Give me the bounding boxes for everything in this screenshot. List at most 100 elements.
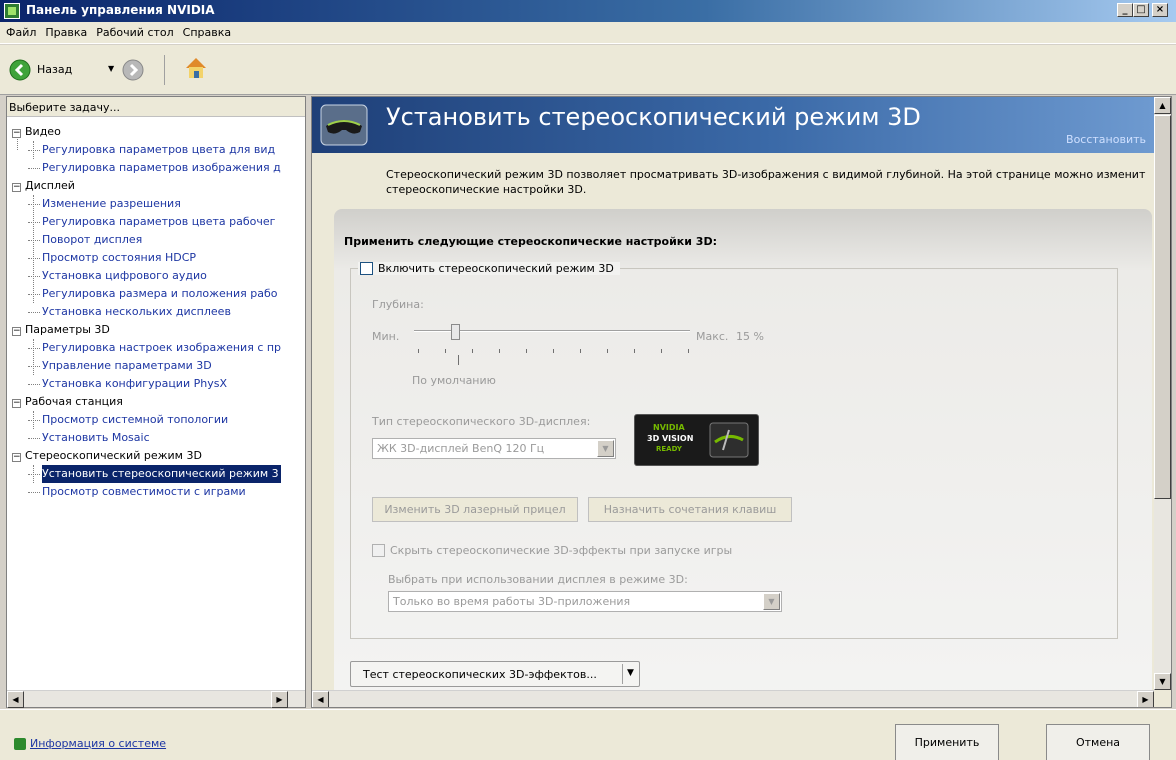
back-dropdown-icon[interactable]: ▼: [108, 64, 114, 73]
display-type-label: Тип стереоскопического 3D-дисплея:: [372, 415, 591, 428]
tree-item[interactable]: Просмотр совместимости с играми: [28, 483, 246, 501]
nvidia-app-icon: [4, 3, 20, 19]
scroll-right-icon[interactable]: ▶: [1137, 691, 1154, 707]
chevron-down-icon[interactable]: ▼: [763, 593, 780, 610]
chevron-down-icon[interactable]: ▼: [597, 440, 614, 457]
slider-tick: [418, 349, 419, 353]
task-pane: Выберите задачу... − Видео Регулировка па…: [6, 96, 306, 708]
default-marker: [458, 355, 459, 365]
restore-link[interactable]: Восстановить: [1066, 133, 1146, 146]
slider-tick: [445, 349, 446, 353]
collapse-icon: −: [12, 326, 21, 336]
tree-item[interactable]: Регулировка параметров изображения д: [28, 159, 281, 177]
default-label: По умолчанию: [412, 374, 496, 387]
test-stereo-button[interactable]: Тест стереоскопических 3D-эффектов... ▼: [350, 661, 640, 687]
tree-item[interactable]: Регулировка настроек изображения с пр: [27, 339, 281, 357]
apply-button[interactable]: Применить: [895, 724, 999, 760]
info-icon: [14, 738, 26, 750]
menu-edit[interactable]: Правка: [39, 22, 90, 39]
close-button[interactable]: ×: [1152, 3, 1168, 17]
slider-tick: [499, 349, 500, 353]
tree-item[interactable]: Установка цифрового аудио: [28, 267, 207, 285]
slider-tick: [661, 349, 662, 353]
collapse-icon: −: [12, 128, 21, 138]
description-line: стереоскопические настройки 3D.: [386, 183, 587, 196]
depth-label: Глубина:: [372, 298, 424, 311]
depth-slider-thumb[interactable]: [451, 324, 461, 340]
content-horizontal-scrollbar[interactable]: ◀ ▶: [312, 690, 1154, 707]
display-mode-label: Выбрать при использовании дисплея в режи…: [388, 573, 688, 586]
menu-bar: Файл Правка Рабочий стол Справка: [0, 22, 1176, 44]
back-label[interactable]: Назад: [37, 63, 72, 76]
tree-item[interactable]: Регулировка параметров цвета рабочег: [27, 213, 275, 231]
content-pane: Установить стереоскопический режим 3D Во…: [311, 96, 1172, 708]
back-arrow-icon[interactable]: [9, 59, 31, 81]
tree-category-3d-settings[interactable]: − Параметры 3D: [12, 321, 110, 339]
tree-item-selected[interactable]: Установить стереоскопический режим 3: [28, 465, 281, 483]
checkbox-icon[interactable]: [360, 262, 373, 275]
window-title: Панель управления NVIDIA: [26, 3, 215, 17]
min-label: Мин.: [372, 330, 400, 343]
left-horizontal-scrollbar[interactable]: ◀ ▶: [7, 690, 305, 708]
depth-value: 15 %: [736, 330, 764, 343]
tree-category-stereo-3d[interactable]: − Стереоскопический режим 3D: [12, 447, 202, 465]
maximize-button[interactable]: □: [1133, 3, 1149, 17]
toolbar-divider: [164, 55, 165, 85]
hide-effects-checkbox[interactable]: Скрыть стереоскопические 3D-эффекты при …: [372, 544, 732, 557]
description-line: Стереоскопический режим 3D позволяет про…: [386, 168, 1146, 181]
checkbox-icon[interactable]: [372, 544, 385, 557]
collapse-icon: −: [12, 182, 21, 192]
menu-file[interactable]: Файл: [0, 22, 39, 39]
home-icon[interactable]: [183, 55, 209, 81]
slider-tick: [688, 349, 689, 353]
title-bar: Панель управления NVIDIA _ □ ×: [0, 0, 1176, 22]
tree-item[interactable]: Установить Mosaic: [28, 429, 150, 447]
tree-item[interactable]: Установка конфигурации PhysX: [28, 375, 227, 393]
laser-sight-button[interactable]: Изменить 3D лазерный прицел: [372, 497, 578, 522]
scroll-up-icon[interactable]: ▲: [1154, 97, 1171, 114]
forward-arrow-icon[interactable]: [122, 59, 144, 81]
tree-item[interactable]: Управление параметрами 3D: [28, 357, 212, 375]
dropdown-arrow-icon[interactable]: ▼: [627, 668, 634, 678]
collapse-icon: −: [12, 452, 21, 462]
slider-tick: [580, 349, 581, 353]
tree-category-video[interactable]: − Видео: [12, 123, 61, 141]
page-description: Стереоскопический режим 3D позволяет про…: [386, 167, 1156, 197]
apply-settings-heading: Применить следующие стереоскопические на…: [344, 235, 717, 248]
nvidia-3d-vision-logo: NVIDIA 3D VISION READY: [634, 414, 759, 466]
collapse-icon: −: [12, 398, 21, 408]
tree-item[interactable]: Изменение разрешения: [28, 195, 181, 213]
scroll-right-icon[interactable]: ▶: [271, 691, 288, 708]
hotkeys-button[interactable]: Назначить сочетания клавиш: [588, 497, 792, 522]
display-mode-select[interactable]: Только во время работы 3D-приложения ▼: [388, 591, 782, 612]
page-banner: Установить стереоскопический режим 3D Во…: [312, 97, 1154, 153]
tree-item[interactable]: Регулировка параметров цвета для вид: [27, 141, 275, 159]
system-info-link[interactable]: Информация о системе: [14, 737, 166, 750]
stereo-glasses-icon: [320, 104, 368, 146]
status-bar: Информация о системе Применить Отмена: [0, 709, 1176, 760]
scroll-left-icon[interactable]: ◀: [7, 691, 24, 708]
minimize-button[interactable]: _: [1117, 3, 1133, 17]
max-label: Макс.: [696, 330, 729, 343]
scroll-thumb[interactable]: [1154, 115, 1171, 499]
tree-category-display[interactable]: − Дисплей: [12, 177, 75, 195]
tree-item[interactable]: Просмотр состояния HDCP: [27, 249, 196, 267]
tree-category-workstation[interactable]: − Рабочая станция: [12, 393, 123, 411]
task-tree: − Видео Регулировка параметров цвета для …: [7, 120, 305, 687]
slider-tick: [607, 349, 608, 353]
slider-tick: [526, 349, 527, 353]
tree-item[interactable]: Поворот дисплея: [27, 231, 142, 249]
tree-item[interactable]: Просмотр системной топологии: [27, 411, 228, 429]
slider-tick: [553, 349, 554, 353]
tree-item[interactable]: Регулировка размера и положения рабо: [28, 285, 278, 303]
display-type-select[interactable]: ЖК 3D-дисплей BenQ 120 Гц ▼: [372, 438, 616, 459]
cancel-button[interactable]: Отмена: [1046, 724, 1150, 760]
scroll-down-icon[interactable]: ▼: [1154, 673, 1171, 690]
slider-tick: [634, 349, 635, 353]
menu-desktop[interactable]: Рабочий стол: [90, 22, 176, 39]
enable-stereo-checkbox[interactable]: Включить стереоскопический режим 3D: [358, 262, 620, 275]
menu-help[interactable]: Справка: [177, 22, 234, 39]
tree-item[interactable]: Установка нескольких дисплеев: [28, 303, 231, 321]
scroll-left-icon[interactable]: ◀: [312, 691, 329, 707]
toolbar: Назад ▼: [0, 45, 1176, 95]
